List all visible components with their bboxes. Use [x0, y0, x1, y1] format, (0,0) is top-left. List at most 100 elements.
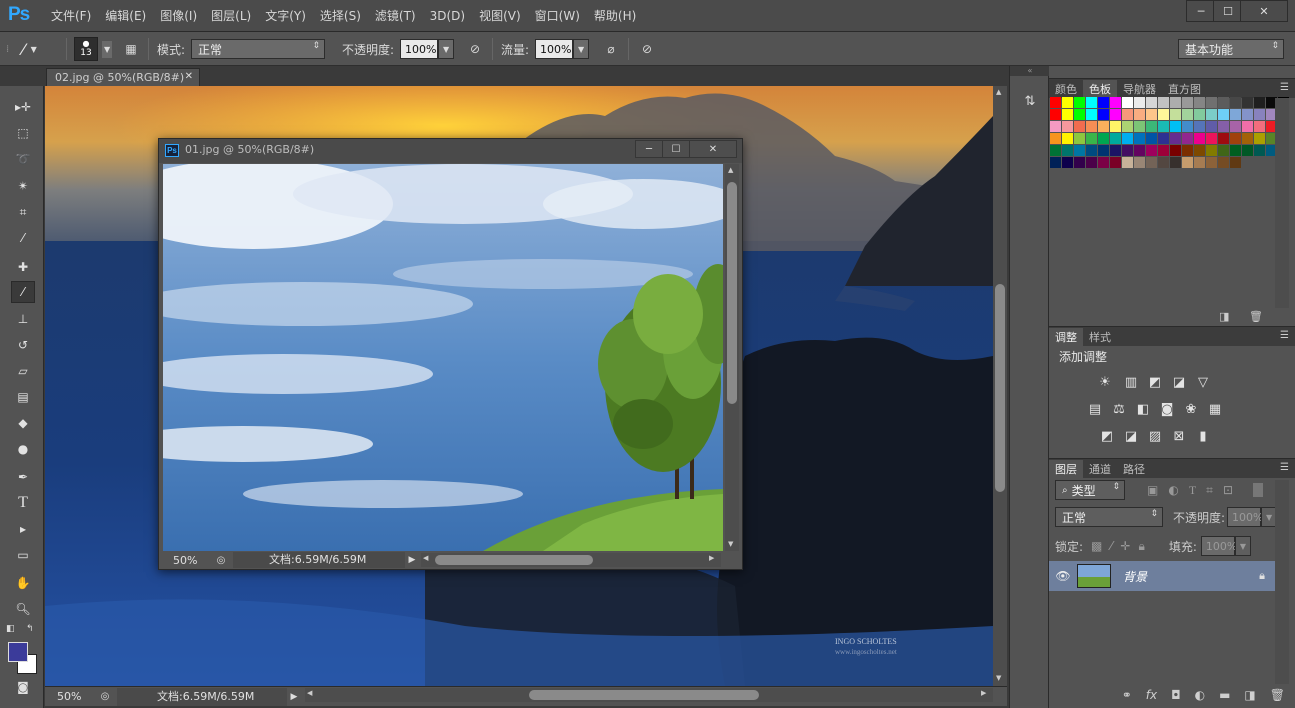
curves-icon[interactable]: ◩ — [1145, 374, 1165, 390]
fx-icon[interactable]: fx — [1146, 688, 1157, 702]
scroll-up-icon[interactable]: ▲ — [996, 88, 1001, 96]
status-menu-arrow-icon[interactable]: ▶ — [405, 555, 419, 565]
color-swatch[interactable] — [1050, 97, 1061, 108]
color-swatch[interactable] — [1230, 109, 1241, 120]
color-swatch[interactable] — [1218, 133, 1229, 144]
layer-filter-select[interactable]: ⌕ 类型 ⇕ — [1055, 480, 1125, 500]
color-swatch[interactable] — [1086, 157, 1097, 168]
color-swatch[interactable] — [1062, 121, 1073, 132]
color-swatch[interactable] — [1134, 145, 1145, 156]
color-swatch[interactable] — [1182, 97, 1193, 108]
close-icon[interactable]: ✕ — [185, 71, 193, 82]
eyedropper-tool-icon[interactable]: ⁄ — [11, 227, 35, 249]
layer-row-background[interactable]: 👁︎ 背景 🔒︎ — [1049, 561, 1275, 591]
brush-panel-toggle[interactable]: ▦ — [120, 32, 142, 66]
color-swatch[interactable] — [1134, 109, 1145, 120]
color-swatch[interactable] — [1146, 97, 1157, 108]
foreground-color-swatch[interactable] — [8, 642, 28, 662]
airbrush-toggle[interactable]: ⌀ — [600, 32, 622, 66]
color-swatch[interactable] — [1194, 133, 1205, 144]
color-swatch[interactable] — [1182, 145, 1193, 156]
color-swatch[interactable] — [1206, 97, 1217, 108]
color-swatch[interactable] — [1170, 157, 1181, 168]
history-panel-icon[interactable]: ⇅ — [1019, 90, 1041, 112]
color-swatch[interactable] — [1050, 109, 1061, 120]
filter-toggle[interactable] — [1253, 483, 1263, 497]
color-swatch[interactable] — [1074, 133, 1085, 144]
move-tool-icon[interactable]: ▸✛ — [11, 96, 35, 118]
hue-saturation-icon[interactable]: ▤ — [1085, 401, 1105, 417]
scroll-left-icon[interactable]: ◀ — [307, 689, 312, 697]
tab-paths[interactable]: 路径 — [1117, 460, 1151, 478]
color-swatch[interactable] — [1062, 97, 1073, 108]
levels-icon[interactable]: ▥ — [1121, 374, 1141, 390]
filter-shape-icon[interactable]: ⌗ — [1206, 483, 1213, 498]
workspace-select[interactable]: 基本功能 ⇕ — [1178, 39, 1284, 59]
floating-vertical-scrollbar[interactable]: ▲ ▼ — [725, 164, 739, 551]
color-swatch[interactable] — [1122, 121, 1133, 132]
minimize-button[interactable]: ─ — [635, 140, 663, 158]
path-selection-tool-icon[interactable]: ▸ — [11, 518, 35, 540]
color-swatch[interactable] — [1218, 97, 1229, 108]
color-swatch[interactable] — [1062, 145, 1073, 156]
eraser-tool-icon[interactable]: ▱ — [11, 360, 35, 382]
add-mask-icon[interactable]: ◘ — [1171, 688, 1181, 702]
color-swatch[interactable] — [1206, 157, 1217, 168]
pressure-opacity-toggle[interactable]: ⊘ — [464, 32, 486, 66]
color-swatch[interactable] — [1050, 121, 1061, 132]
color-swatch[interactable] — [1170, 121, 1181, 132]
selective-color-icon[interactable]: ⊠ — [1169, 428, 1189, 444]
color-swatch[interactable] — [1050, 133, 1061, 144]
color-swatch[interactable] — [1146, 133, 1157, 144]
close-button[interactable]: ✕ — [1240, 0, 1288, 22]
color-swatch[interactable] — [1218, 121, 1229, 132]
delete-layer-icon[interactable]: 🗑︎ — [1270, 688, 1285, 702]
swap-colors-icon[interactable]: ↰ — [26, 624, 34, 634]
maximize-button[interactable]: ☐ — [662, 140, 690, 158]
color-swatch[interactable] — [1146, 157, 1157, 168]
color-swatch[interactable] — [1074, 157, 1085, 168]
color-swatch[interactable] — [1110, 109, 1121, 120]
threshold-icon[interactable]: ▨ — [1145, 428, 1165, 444]
scroll-down-icon[interactable]: ▼ — [996, 674, 1001, 682]
lock-all-icon[interactable]: 🔒︎ — [1138, 539, 1144, 554]
zoom-level[interactable]: 50% — [163, 554, 209, 567]
flow-dropdown[interactable]: ▼ — [573, 39, 590, 59]
menu-image[interactable]: 图像(I) — [153, 0, 204, 32]
color-swatch[interactable] — [1254, 97, 1265, 108]
dodge-tool-icon[interactable]: ● — [11, 438, 35, 460]
new-layer-icon[interactable]: ◨ — [1244, 688, 1255, 702]
delete-swatch-icon[interactable]: 🗑︎ — [1249, 310, 1263, 323]
marquee-tool-icon[interactable]: ⬚ — [11, 122, 35, 144]
color-swatch[interactable] — [1194, 145, 1205, 156]
color-swatch[interactable] — [1218, 109, 1229, 120]
color-swatch[interactable] — [1230, 157, 1241, 168]
color-swatch[interactable] — [1146, 145, 1157, 156]
color-swatch[interactable] — [1074, 109, 1085, 120]
color-balance-icon[interactable]: ⚖ — [1109, 401, 1129, 417]
tab-navigator[interactable]: 导航器 — [1117, 80, 1162, 98]
color-swatch[interactable] — [1110, 157, 1121, 168]
black-white-icon[interactable]: ◧ — [1133, 401, 1153, 417]
menu-3d[interactable]: 3D(D) — [423, 0, 472, 32]
tab-color[interactable]: 颜色 — [1049, 80, 1083, 98]
menu-edit[interactable]: 编辑(E) — [98, 0, 153, 32]
color-lookup-icon[interactable]: ▦ — [1205, 401, 1225, 417]
color-swatch[interactable] — [1122, 109, 1133, 120]
share-icon[interactable]: ◎ — [209, 555, 233, 566]
tool-preset-picker[interactable]: ⁄ ▼ — [22, 32, 37, 66]
color-swatch[interactable] — [1098, 97, 1109, 108]
color-swatch[interactable] — [1122, 145, 1133, 156]
history-brush-tool-icon[interactable]: ↺ — [11, 334, 35, 356]
magic-wand-tool-icon[interactable]: ✴ — [11, 175, 35, 197]
color-swatch[interactable] — [1110, 121, 1121, 132]
color-swatch[interactable] — [1098, 109, 1109, 120]
color-swatch[interactable] — [1062, 133, 1073, 144]
new-adjustment-icon[interactable]: ◐ — [1195, 688, 1205, 702]
panel-menu-icon[interactable]: ☰ — [1280, 462, 1289, 473]
color-swatch[interactable] — [1134, 157, 1145, 168]
color-swatch[interactable] — [1170, 133, 1181, 144]
color-swatch[interactable] — [1158, 133, 1169, 144]
hand-tool-icon[interactable]: ✋ — [11, 572, 35, 594]
color-swatch[interactable] — [1158, 121, 1169, 132]
